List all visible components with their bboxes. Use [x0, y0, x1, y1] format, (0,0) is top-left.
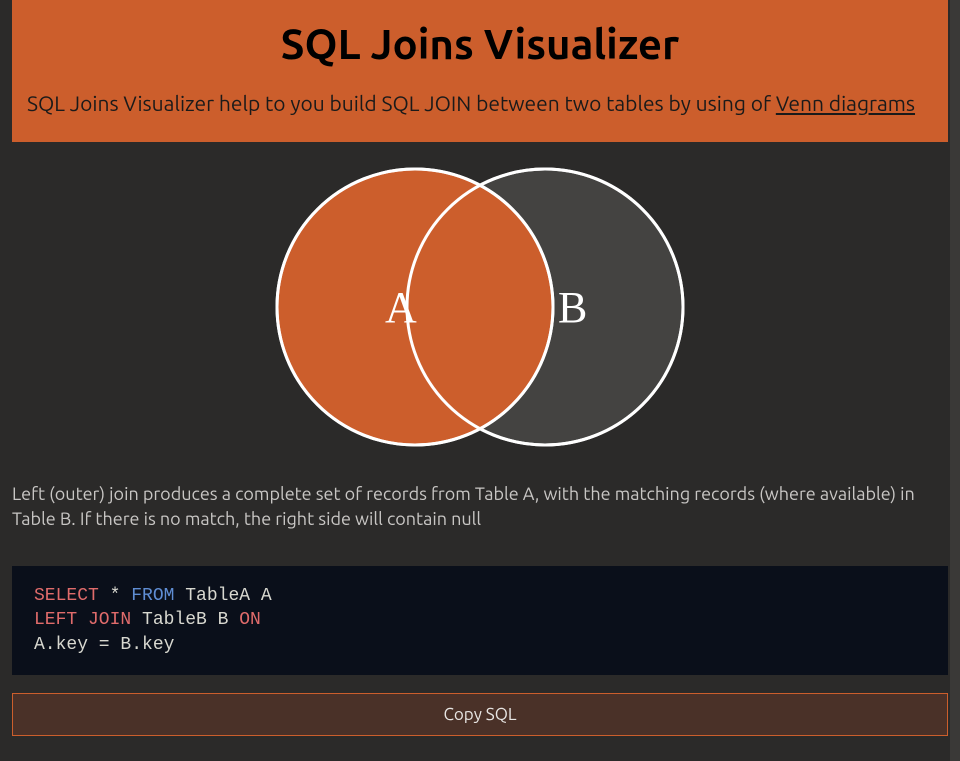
sql-token: TableB B	[131, 610, 239, 630]
subtitle-text: SQL Joins Visualizer help to you build S…	[27, 91, 776, 115]
venn-label-a: A	[385, 283, 417, 332]
sql-token: SELECT	[34, 586, 99, 606]
venn-diagram[interactable]: A B	[240, 162, 720, 452]
scrollbar-track[interactable]	[950, 0, 960, 761]
venn-diagram-container: A B	[12, 142, 948, 482]
copy-sql-button[interactable]: Copy SQL	[12, 693, 948, 736]
sql-token: ON	[239, 610, 261, 630]
venn-label-b: B	[558, 283, 587, 332]
page-title: SQL Joins Visualizer	[27, 20, 933, 67]
join-description: Left (outer) join produces a complete se…	[12, 482, 948, 531]
sql-pre: SELECT * FROM TableA A LEFT JOIN TableB …	[34, 584, 926, 657]
sql-token: A.key = B.key	[34, 635, 174, 655]
header-panel: SQL Joins Visualizer SQL Joins Visualize…	[12, 0, 948, 142]
page-subtitle: SQL Joins Visualizer help to you build S…	[27, 89, 933, 117]
venn-diagrams-link[interactable]: Venn diagrams	[776, 91, 915, 115]
sql-token: FROM	[131, 586, 174, 606]
sql-token: TableA A	[174, 586, 271, 606]
sql-token: *	[99, 586, 131, 606]
sql-token: LEFT JOIN	[34, 610, 131, 630]
sql-code-block: SELECT * FROM TableA A LEFT JOIN TableB …	[12, 566, 948, 675]
